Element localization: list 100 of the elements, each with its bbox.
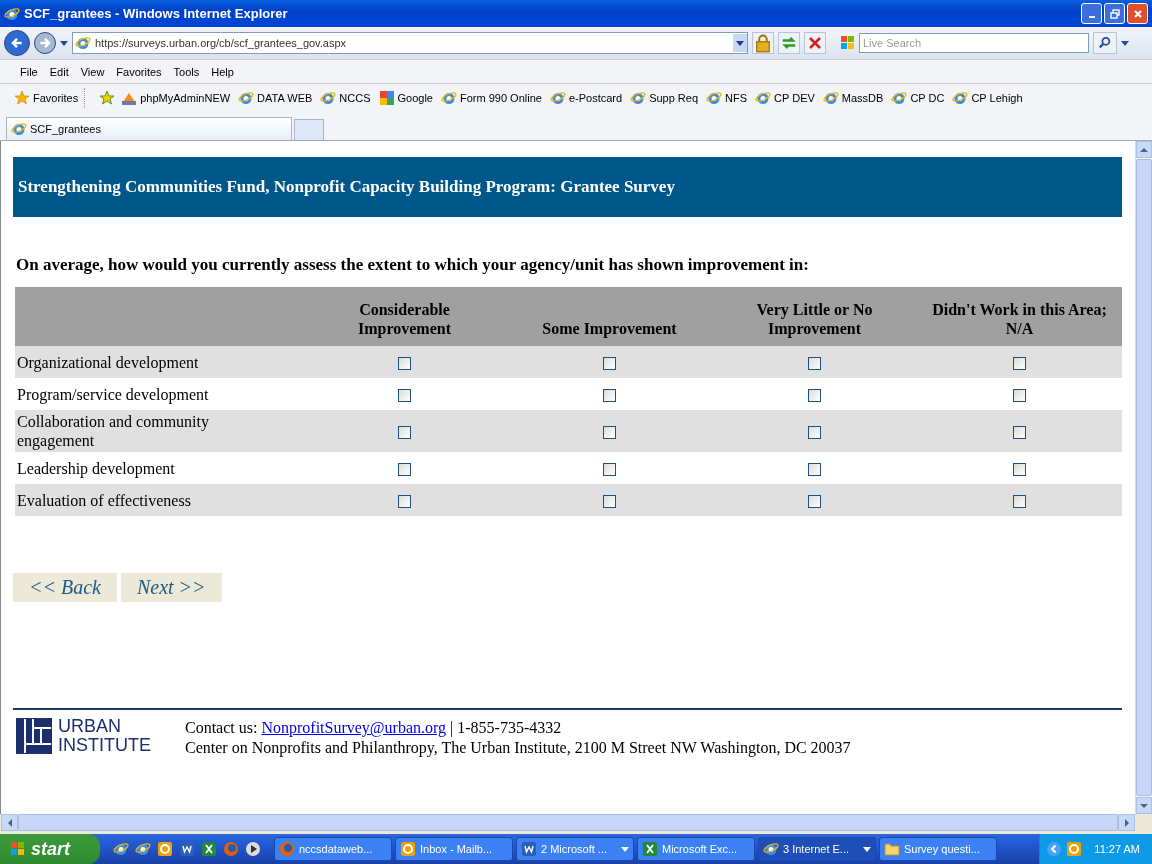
checkbox[interactable]: [398, 357, 411, 371]
close-button[interactable]: [1127, 3, 1148, 24]
checkbox[interactable]: [1013, 389, 1026, 403]
favorite-link[interactable]: phpMyAdminNEW: [121, 90, 231, 106]
browser-icon: [238, 90, 255, 106]
nav-button[interactable]: << Back: [13, 573, 117, 602]
globe-icon: [279, 841, 295, 857]
forward-button[interactable]: [34, 32, 56, 54]
colored-squares-icon: [378, 90, 395, 106]
checkbox[interactable]: [808, 426, 821, 440]
document-app-icon[interactable]: [179, 841, 195, 857]
minimize-button[interactable]: [1081, 3, 1102, 24]
menu-item[interactable]: Edit: [43, 65, 75, 78]
favorite-link[interactable]: CP DEV: [755, 90, 815, 106]
chevron-icon[interactable]: [1046, 841, 1063, 857]
taskbar-button[interactable]: Microsoft Exc...: [637, 837, 755, 861]
menu-item[interactable]: View: [74, 65, 111, 78]
checkbox[interactable]: [398, 389, 411, 403]
checkbox[interactable]: [1013, 463, 1026, 477]
taskbar-button[interactable]: 2 Microsoft ...: [516, 837, 634, 861]
menu-item[interactable]: Tools: [167, 65, 206, 78]
restore-button[interactable]: [1104, 3, 1125, 24]
checkbox[interactable]: [808, 495, 821, 509]
browser-icon: [11, 121, 27, 137]
checkbox[interactable]: [808, 463, 821, 477]
caret-icon: [736, 40, 744, 46]
checkbox[interactable]: [808, 357, 821, 371]
menu-item[interactable]: Help: [205, 65, 240, 78]
stop-icon[interactable]: [804, 32, 826, 54]
email-link[interactable]: NonprofitSurvey@urban.org: [261, 718, 447, 738]
contact-label: Contact us:: [185, 718, 258, 738]
browser-icon: [763, 841, 779, 857]
browser-icon: [441, 90, 457, 106]
checkbox[interactable]: [398, 426, 411, 440]
right-arrow-icon[interactable]: [1122, 818, 1131, 827]
windows-flag-icon: [840, 35, 856, 51]
media-player-icon[interactable]: [245, 841, 261, 857]
mail-app-icon[interactable]: [157, 841, 173, 857]
taskbar-button[interactable]: Survey questi...: [879, 837, 997, 861]
taskbar-button[interactable]: 3 Internet E...: [758, 837, 876, 861]
checkbox[interactable]: [603, 463, 616, 477]
refresh-icon[interactable]: [778, 32, 800, 54]
nav-button[interactable]: Next >>: [120, 573, 222, 602]
menu-item[interactable]: File: [14, 65, 44, 78]
padlock-icon[interactable]: [752, 32, 774, 54]
add-favorite-icon[interactable]: [99, 90, 116, 106]
checkbox[interactable]: [808, 389, 821, 403]
clock: 11:27 AM: [1094, 843, 1140, 855]
search-button[interactable]: [1093, 32, 1117, 54]
checkbox[interactable]: [1013, 426, 1026, 440]
menu-item[interactable]: Favorites: [110, 65, 168, 78]
survey-header: Strengthening Communities Fund, Nonprofit Capacity Building Program: Grantee Survey: [13, 157, 1122, 217]
checkbox[interactable]: [398, 463, 411, 477]
down-arrow-icon[interactable]: [1140, 801, 1148, 810]
column-header: Didn't Work in this Area; N/A: [931, 300, 1108, 338]
favorite-link[interactable]: NFS: [706, 90, 748, 106]
dropdown-button[interactable]: [733, 34, 747, 52]
minimize-icon: [1088, 15, 1095, 18]
logo-text: URBAN: [58, 716, 122, 736]
horizontal-scrollbar[interactable]: [1, 814, 1135, 831]
checkbox[interactable]: [603, 426, 616, 440]
row-label: Organizational development: [17, 352, 200, 372]
search-icon: [1098, 36, 1112, 50]
search-field[interactable]: Live Search: [859, 33, 1089, 53]
favorite-link[interactable]: Supp Req: [630, 90, 699, 106]
address-field[interactable]: https://surveys.urban.org/cb/scf_grantees_gov.aspx: [72, 32, 748, 54]
start-button[interactable]: start: [0, 834, 100, 864]
browser-icon: [549, 90, 566, 106]
browser-tab[interactable]: SCF_grantees: [6, 117, 292, 140]
restore-icon: [1109, 8, 1120, 19]
taskbar-button[interactable]: nccsdataweb...: [274, 837, 392, 861]
windows-flag-icon: [10, 841, 26, 857]
checkbox[interactable]: [1013, 357, 1026, 371]
favorites-button[interactable]: Favorites: [14, 88, 86, 108]
favorite-link[interactable]: Form 990 Online: [441, 90, 542, 106]
browser-icon[interactable]: [135, 841, 151, 857]
favorite-link[interactable]: NCCS: [320, 90, 371, 106]
vertical-scrollbar[interactable]: [1135, 141, 1152, 814]
caret-icon: [1121, 40, 1129, 46]
checkbox[interactable]: [603, 495, 616, 509]
up-arrow-icon[interactable]: [1140, 145, 1148, 154]
favorite-link[interactable]: e-Postcard: [549, 90, 623, 106]
checkbox[interactable]: [603, 389, 616, 403]
taskbar-button[interactable]: Inbox - Mailb...: [395, 837, 513, 861]
favorite-link[interactable]: DATA WEB: [238, 90, 313, 106]
logo-icon: [16, 717, 52, 754]
checkbox[interactable]: [1013, 495, 1026, 509]
spreadsheet-app-icon[interactable]: [201, 841, 217, 857]
question-text: On average, how would you currently assess the extent to which your agency/unit has shown improvement in:: [16, 255, 810, 276]
url-text: https://surveys.urban.org/cb/scf_grantees_gov.aspx: [95, 37, 348, 49]
checkbox[interactable]: [398, 495, 411, 509]
favorite-link[interactable]: MassDB: [822, 90, 884, 106]
spreadsheet-app-icon: [642, 841, 658, 857]
favorite-link[interactable]: Google: [378, 90, 433, 106]
back-button[interactable]: [4, 30, 30, 56]
favorite-link[interactable]: CP DC: [891, 90, 945, 106]
checkbox[interactable]: [603, 357, 616, 371]
favorite-link[interactable]: CP Lehigh: [952, 90, 1023, 106]
browser-icon[interactable]: [113, 841, 129, 857]
browser-icon: [706, 90, 723, 106]
